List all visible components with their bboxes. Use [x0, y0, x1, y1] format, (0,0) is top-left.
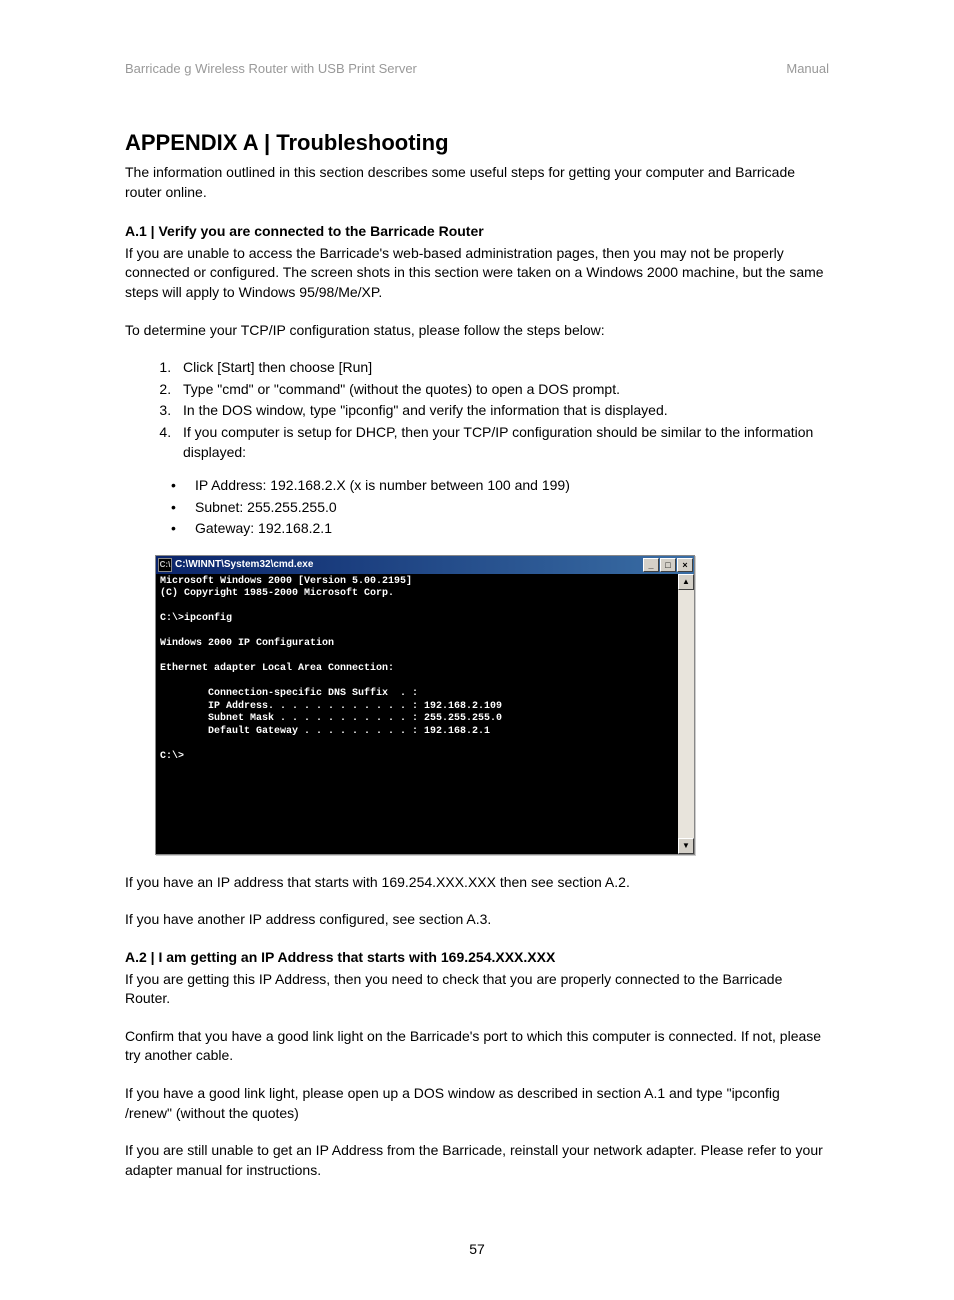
step-item: In the DOS window, type "ipconfig" and v…: [175, 401, 829, 421]
minimize-button[interactable]: _: [643, 558, 659, 572]
a2-paragraph-4: If you are still unable to get an IP Add…: [125, 1141, 829, 1180]
intro-paragraph: The information outlined in this section…: [125, 163, 829, 202]
bullet-item: Gateway: 192.168.2.1: [195, 519, 829, 539]
a2-paragraph-1: If you are getting this IP Address, then…: [125, 970, 829, 1009]
header-right: Manual: [786, 60, 829, 78]
a1-after-1: If you have an IP address that starts wi…: [125, 873, 829, 893]
a1-after-2: If you have another IP address configure…: [125, 910, 829, 930]
a1-bullets-list: IP Address: 192.168.2.X (x is number bet…: [195, 476, 829, 539]
scroll-down-icon[interactable]: ▼: [678, 838, 694, 854]
a2-heading: A.2 | I am getting an IP Address that st…: [125, 948, 829, 968]
appendix-title: APPENDIX A | Troubleshooting: [125, 128, 829, 159]
bullet-item: IP Address: 192.168.2.X (x is number bet…: [195, 476, 829, 496]
cmd-icon: C:\: [158, 558, 172, 572]
scroll-up-icon[interactable]: ▲: [678, 574, 694, 590]
a2-paragraph-3: If you have a good link light, please op…: [125, 1084, 829, 1123]
cmd-window-title: C:\WINNT\System32\cmd.exe: [175, 558, 643, 572]
maximize-button[interactable]: □: [660, 558, 676, 572]
a1-paragraph-2: To determine your TCP/IP configuration s…: [125, 321, 829, 341]
cmd-titlebar[interactable]: C:\ C:\WINNT\System32\cmd.exe _ □ ×: [156, 556, 694, 574]
cmd-output: Microsoft Windows 2000 [Version 5.00.219…: [156, 574, 678, 854]
bullet-item: Subnet: 255.255.255.0: [195, 498, 829, 518]
a1-paragraph-1: If you are unable to access the Barricad…: [125, 244, 829, 303]
step-item: Click [Start] then choose [Run]: [175, 358, 829, 378]
page-number: 57: [125, 1240, 829, 1260]
header-left: Barricade g Wireless Router with USB Pri…: [125, 60, 417, 78]
close-button[interactable]: ×: [677, 558, 693, 572]
step-item: If you computer is setup for DHCP, then …: [175, 423, 829, 462]
a1-heading: A.1 | Verify you are connected to the Ba…: [125, 222, 829, 242]
scrollbar[interactable]: ▲ ▼: [678, 574, 694, 854]
command-prompt-window: C:\ C:\WINNT\System32\cmd.exe _ □ × Micr…: [155, 555, 695, 855]
window-buttons: _ □ ×: [643, 558, 694, 572]
page-header: Barricade g Wireless Router with USB Pri…: [125, 60, 829, 78]
a1-steps-list: Click [Start] then choose [Run] Type "cm…: [175, 358, 829, 462]
step-item: Type "cmd" or "command" (without the quo…: [175, 380, 829, 400]
a2-paragraph-2: Confirm that you have a good link light …: [125, 1027, 829, 1066]
scroll-track[interactable]: [678, 590, 694, 838]
